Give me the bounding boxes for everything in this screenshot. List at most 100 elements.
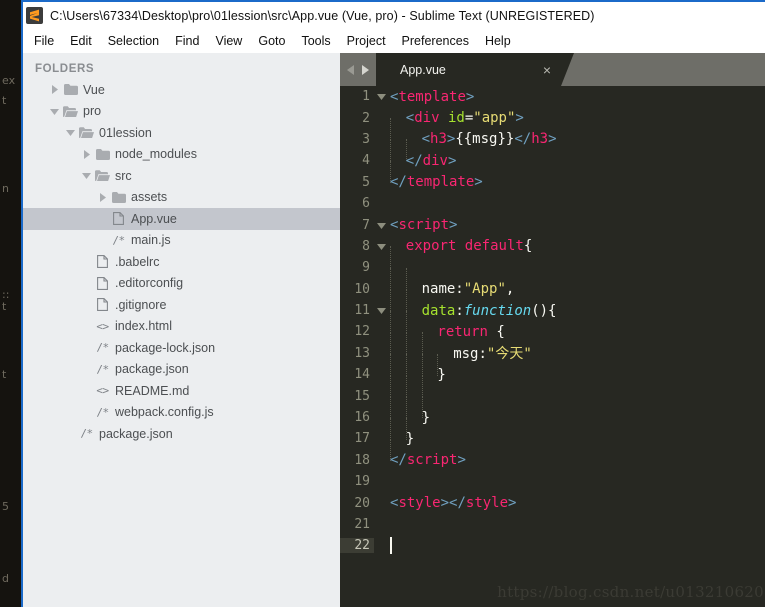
close-icon[interactable]: × xyxy=(543,63,551,77)
tree-item-node-modules[interactable]: node_modules xyxy=(23,144,340,166)
tree-item-label: pro xyxy=(83,104,102,119)
code-line[interactable]: 21 xyxy=(340,514,765,535)
line-number: 22 xyxy=(340,538,374,554)
arrow-right-icon[interactable] xyxy=(360,64,369,75)
tree-item-package-json[interactable]: /* package.json xyxy=(23,359,340,381)
sidebar-file-tree[interactable]: FOLDERS Vue pro 01lession node_modules src as… xyxy=(23,53,340,607)
code-line[interactable]: 15 xyxy=(340,385,765,419)
token-plain: = xyxy=(464,110,474,127)
background-text-fragment: 5 xyxy=(2,500,9,513)
tree-item-label: node_modules xyxy=(115,147,198,162)
menu-item-help[interactable]: Help xyxy=(477,32,519,50)
code-line[interactable]: 13 msg:"今天" xyxy=(340,343,765,377)
code-line[interactable]: 10 name:"App", xyxy=(340,279,765,312)
twisty-expanded-icon[interactable] xyxy=(63,129,77,137)
code-line[interactable]: 4 </div> xyxy=(340,150,765,183)
tree-item-index-html[interactable]: <> index.html xyxy=(23,316,340,338)
menu-item-selection[interactable]: Selection xyxy=(100,32,167,50)
twisty-collapsed-icon[interactable] xyxy=(47,85,61,95)
tree-item-label: .gitignore xyxy=(115,297,167,312)
folder-tree: Vue pro 01lession node_modulessrc assets App.… xyxy=(23,79,340,445)
token-punct: > xyxy=(515,110,524,127)
menu-item-edit[interactable]: Edit xyxy=(62,32,100,50)
tree-item-app-vue[interactable]: App.vue xyxy=(23,208,340,230)
fold-arrow-icon[interactable] xyxy=(374,93,388,101)
code-editor[interactable]: 1 <template> 2 <div id="app"> 3 <h3>{{msg}}</… xyxy=(340,86,765,607)
token-str: "App" xyxy=(463,281,506,298)
code-text: <style></style> xyxy=(388,495,765,511)
tree-item-src[interactable]: src xyxy=(23,165,340,187)
menu-item-project[interactable]: Project xyxy=(339,32,394,50)
code-line[interactable]: 17} xyxy=(340,428,765,461)
menu-bar: File Edit Selection Find View Goto Tools Projec… xyxy=(23,29,765,53)
code-line[interactable]: 8 export default{ xyxy=(340,236,765,269)
tree-item-pro[interactable]: pro xyxy=(23,101,340,123)
background-text-fragment: d xyxy=(2,572,9,585)
code-line[interactable]: 14} xyxy=(340,364,765,397)
tree-item-webpack-config-js[interactable]: /* webpack.config.js xyxy=(23,402,340,424)
tree-item-label: package-lock.json xyxy=(115,340,216,355)
background-text-fragment: t xyxy=(2,300,7,313)
menu-item-tools[interactable]: Tools xyxy=(293,32,338,50)
tree-item-label: App.vue xyxy=(131,211,177,226)
tree-item-assets[interactable]: assets xyxy=(23,187,340,209)
tree-item-package-json[interactable]: /* package.json xyxy=(23,423,340,445)
menu-item-file[interactable]: File xyxy=(26,32,62,50)
code-line[interactable]: 2 <div id="app"> xyxy=(340,107,765,141)
token-tag: script xyxy=(398,217,450,234)
sublime-logo-icon xyxy=(26,7,43,24)
menu-item-find[interactable]: Find xyxy=(167,32,207,50)
file-html-icon: <> xyxy=(96,319,109,333)
code-line[interactable]: 22 xyxy=(340,535,765,556)
window-title: C:\Users\67334\Desktop\pro\01lession\src… xyxy=(50,8,595,23)
token-tag: div xyxy=(414,110,440,127)
file-page-icon xyxy=(93,276,112,290)
tree-item--babelrc[interactable]: .babelrc xyxy=(23,251,340,273)
fold-arrow-icon[interactable] xyxy=(374,243,388,250)
tree-item-package-lock-json[interactable]: /* package-lock.json xyxy=(23,337,340,359)
code-line[interactable]: 1 <template> xyxy=(340,86,765,107)
code-line[interactable]: 7 <script> xyxy=(340,214,765,235)
menu-item-goto[interactable]: Goto xyxy=(250,32,293,50)
token-fn: function xyxy=(463,302,532,319)
tab-nav-arrows[interactable] xyxy=(340,53,376,86)
token-punct: > xyxy=(447,152,457,169)
twisty-expanded-icon[interactable] xyxy=(79,172,93,180)
menu-item-preferences[interactable]: Preferences xyxy=(394,32,477,50)
tree-item-vue[interactable]: Vue xyxy=(23,79,340,101)
twisty-collapsed-icon[interactable] xyxy=(79,149,93,159)
token-punct: > xyxy=(474,174,483,191)
code-line[interactable]: 12 return { xyxy=(340,321,765,354)
tree-item--gitignore[interactable]: .gitignore xyxy=(23,294,340,316)
tree-item-readme-md[interactable]: <> README.md xyxy=(23,380,340,402)
code-line[interactable]: 16} xyxy=(340,407,765,440)
arrow-left-icon[interactable] xyxy=(347,64,356,75)
code-line[interactable]: 18 </script> xyxy=(340,450,765,471)
code-line[interactable]: 6 xyxy=(340,193,765,214)
token-punct: > xyxy=(440,495,450,512)
twisty-expanded-icon[interactable] xyxy=(47,108,61,115)
menu-item-view[interactable]: View xyxy=(207,32,250,50)
window-body: FOLDERS Vue pro 01lession node_modules src as… xyxy=(23,53,765,607)
code-line[interactable]: 9 xyxy=(340,257,765,290)
code-line[interactable]: 11 data:function(){ xyxy=(340,300,765,333)
token-tag: h3 xyxy=(531,131,549,148)
code-text: <template> xyxy=(388,89,765,105)
folder-closed-icon xyxy=(109,191,128,203)
code-line[interactable]: 5 </template> xyxy=(340,172,765,193)
twisty-collapsed-icon[interactable] xyxy=(95,192,109,202)
line-number: 1 xyxy=(362,89,370,105)
tab-app-vue[interactable]: App.vue × xyxy=(376,53,574,86)
token-plain: } xyxy=(405,430,415,447)
code-line[interactable]: 20 <style></style> xyxy=(340,492,765,513)
code-line[interactable]: 19 xyxy=(340,471,765,492)
fold-arrow-icon[interactable] xyxy=(374,307,388,315)
token-tag: div xyxy=(422,152,448,169)
tree-item--editorconfig[interactable]: .editorconfig xyxy=(23,273,340,295)
fold-arrow-icon[interactable] xyxy=(374,222,388,229)
code-line[interactable]: 3 <h3>{{msg}}</h3> xyxy=(340,129,765,162)
tree-item-01lession[interactable]: 01lession xyxy=(23,122,340,144)
line-number: 2 xyxy=(362,110,370,126)
tree-item-main-js[interactable]: /* main.js xyxy=(23,230,340,252)
line-number: 15 xyxy=(354,388,370,404)
